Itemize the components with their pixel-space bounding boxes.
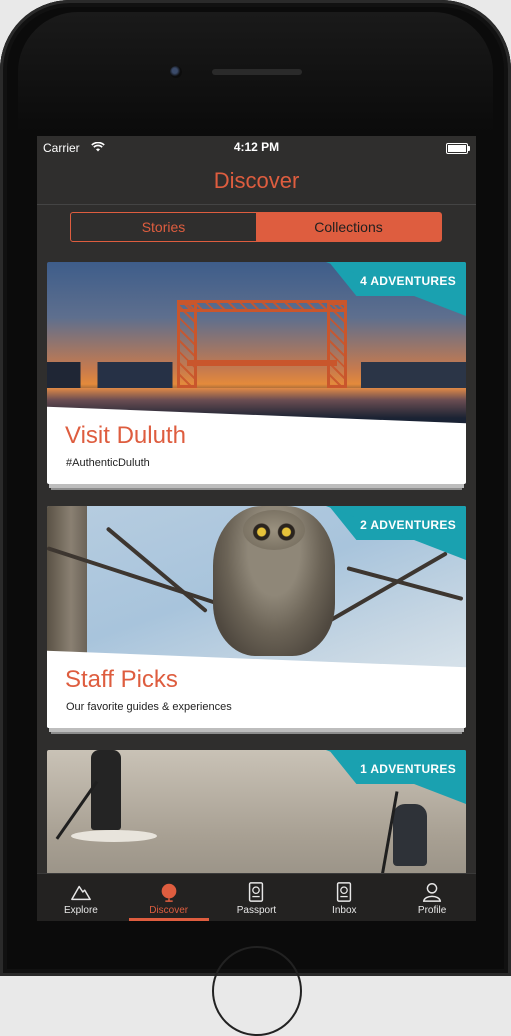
segment-stories[interactable]: Stories xyxy=(71,213,256,241)
tab-label: Explore xyxy=(63,905,98,916)
card-subtitle: Our favorite guides & experiences xyxy=(66,701,232,713)
tab-passport[interactable]: Passport xyxy=(213,874,301,921)
passport-icon xyxy=(249,882,264,902)
tab-inbox[interactable]: Inbox xyxy=(300,874,388,921)
front-camera xyxy=(170,66,182,78)
battery-icon xyxy=(446,143,470,154)
tab-profile[interactable]: Profile xyxy=(388,874,476,921)
card-title: Visit Duluth xyxy=(65,422,186,449)
mountain-icon xyxy=(70,885,91,901)
tab-label: Passport xyxy=(236,905,277,916)
inbox-icon xyxy=(337,882,352,902)
app-screen: Carrier 4:12 PM Discover Stories Collect… xyxy=(37,136,476,921)
badge-label: 1 ADVENTURES xyxy=(360,762,456,776)
badge-label: 4 ADVENTURES xyxy=(360,274,456,288)
tab-label: Inbox xyxy=(332,905,357,916)
tab-discover[interactable]: Discover xyxy=(125,874,213,921)
phone-frame: Carrier 4:12 PM Discover Stories Collect… xyxy=(0,0,511,1036)
card-subtitle: #AuthenticDuluth xyxy=(66,457,150,469)
tab-label: Profile xyxy=(417,905,447,916)
tab-explore[interactable]: Explore xyxy=(37,874,125,921)
collection-card-staff-picks[interactable]: 2 ADVENTURES Staff Picks Our favorite gu… xyxy=(47,506,466,728)
profile-icon xyxy=(422,883,442,902)
tab-bar: Explore Discover Passport Inbox Profile xyxy=(37,873,476,921)
card-title: Staff Picks xyxy=(65,666,178,693)
home-button[interactable] xyxy=(212,946,302,1036)
segmented-control: Stories Collections xyxy=(70,212,442,242)
status-time: 4:12 PM xyxy=(233,140,280,154)
nav-bar: Discover xyxy=(37,158,476,205)
tab-label: Discover xyxy=(149,905,189,916)
segment-collections[interactable]: Collections xyxy=(256,213,441,241)
earpiece-speaker xyxy=(212,69,302,75)
globe-icon xyxy=(161,883,177,902)
page-title: Discover xyxy=(213,168,300,193)
badge-label: 2 ADVENTURES xyxy=(360,518,456,532)
collection-card-visit-duluth[interactable]: 4 ADVENTURES Visit Duluth #AuthenticDulu… xyxy=(47,262,466,484)
status-bar: Carrier 4:12 PM xyxy=(37,136,476,158)
